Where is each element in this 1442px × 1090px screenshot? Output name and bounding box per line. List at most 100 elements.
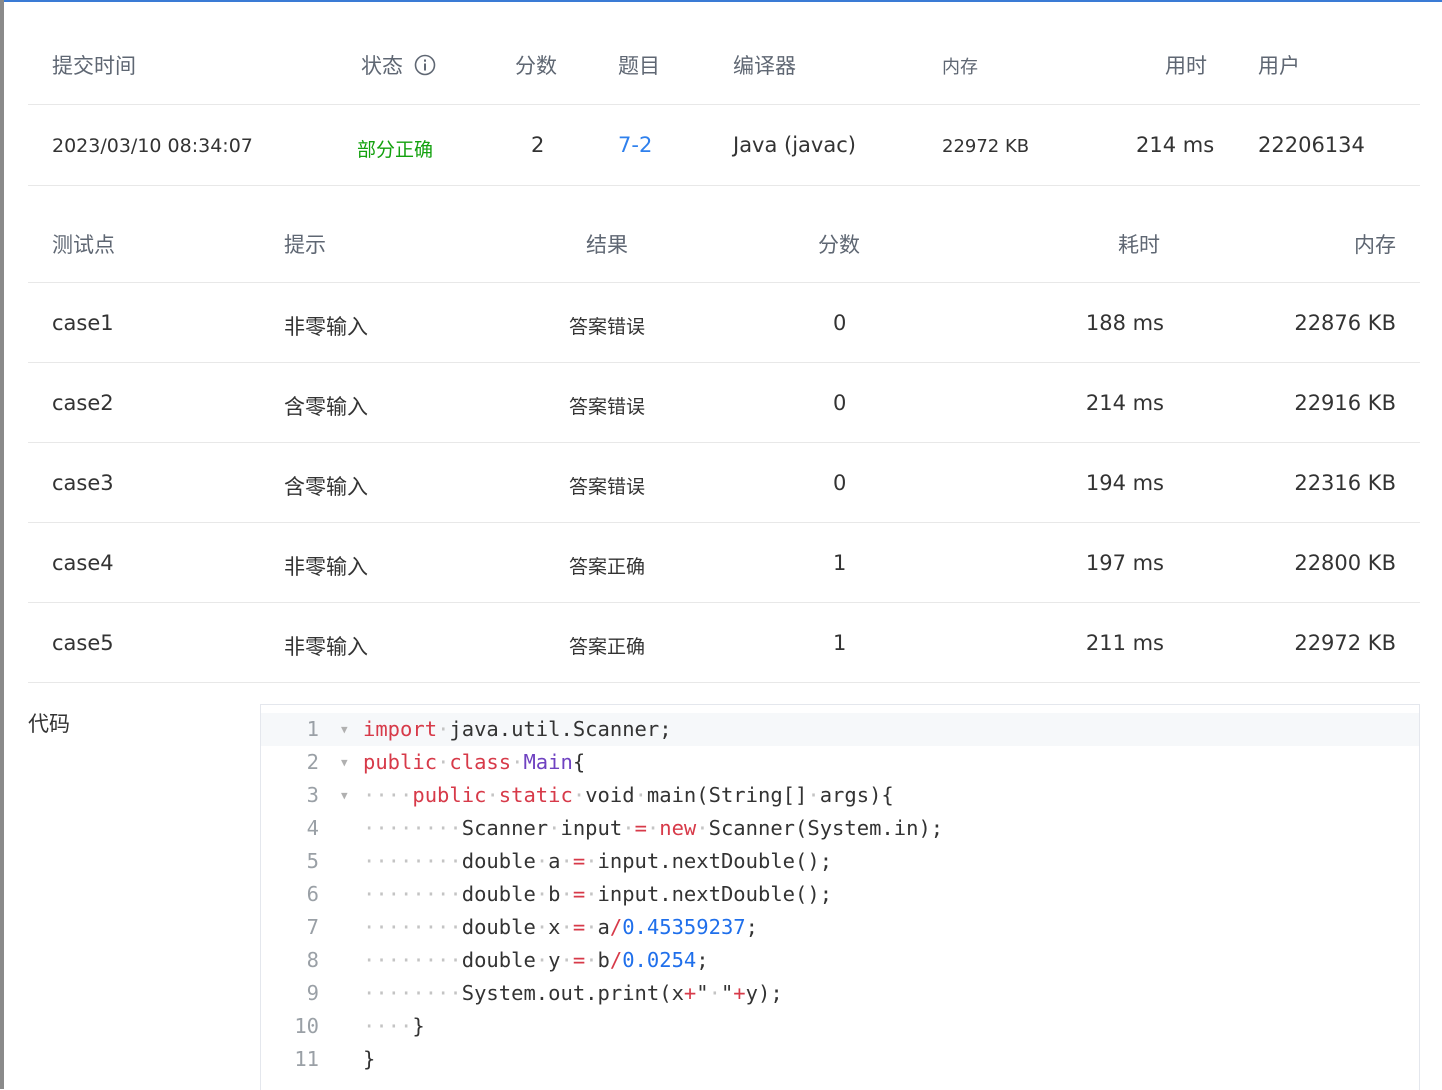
left-border <box>0 0 4 1089</box>
test-case-name: case4 <box>52 551 114 575</box>
table-row: case3 含零输入 答案错误 0 194 ms 22316 KB <box>28 443 1420 523</box>
code-line[interactable]: 9 ········System.out.print(x+"·"+y); <box>261 977 1419 1010</box>
duration-value: 214 ms <box>1136 133 1215 157</box>
code-text: ········double·b·=·input.nextDouble(); <box>363 882 833 906</box>
code-section-label: 代码 <box>28 712 70 736</box>
code-line[interactable]: 7 ········double·x·=·a/0.45359237; <box>261 911 1419 944</box>
test-hint: 含零输入 <box>284 395 368 419</box>
test-memory: 22876 KB <box>1294 311 1396 335</box>
line-number: 2 <box>306 750 319 774</box>
header-submit-time: 提交时间 <box>52 54 136 78</box>
submission-table-header: 提交时间 状态 分数 题目 编译器 内存 用时 用户 <box>28 0 1420 105</box>
header-test-case: 测试点 <box>52 233 115 257</box>
test-case-name: case5 <box>52 631 114 655</box>
test-hint: 非零输入 <box>284 315 368 339</box>
submission-row: 2023/03/10 08:34:07 部分正确 2 7-2 Java (jav… <box>28 105 1420 186</box>
table-row: case1 非零输入 答案错误 0 188 ms 22876 KB <box>28 283 1420 363</box>
header-problem: 题目 <box>618 54 660 78</box>
code-text: ····} <box>363 1014 425 1038</box>
test-result: 答案错误 <box>569 316 646 338</box>
test-memory: 22800 KB <box>1294 551 1396 575</box>
test-time: 194 ms <box>1085 471 1164 495</box>
header-test-time: 耗时 <box>1118 233 1160 257</box>
test-memory: 22972 KB <box>1294 631 1396 655</box>
header-status-label: 状态 <box>361 54 403 78</box>
test-case-name: case1 <box>52 311 114 335</box>
test-time: 211 ms <box>1085 631 1164 655</box>
code-line[interactable]: 1 ▼ import·java.util.Scanner; <box>261 713 1419 746</box>
header-compiler: 编译器 <box>733 54 796 78</box>
test-case-name: case2 <box>52 391 114 415</box>
header-hint: 提示 <box>284 233 326 257</box>
code-text: ········double·x·=·a/0.45359237; <box>363 915 758 939</box>
line-number: 10 <box>294 1014 319 1038</box>
test-result: 答案正确 <box>569 636 646 658</box>
code-line[interactable]: 11 } <box>261 1043 1419 1076</box>
line-number: 8 <box>306 948 319 972</box>
test-score: 1 <box>833 631 847 655</box>
line-number: 4 <box>306 816 319 840</box>
test-result: 答案错误 <box>569 396 646 418</box>
line-number: 5 <box>306 849 319 873</box>
test-score: 0 <box>833 391 847 415</box>
line-number: 1 <box>306 717 319 741</box>
code-text: } <box>363 1047 376 1071</box>
fold-triangle-icon[interactable]: ▼ <box>341 746 348 779</box>
user-value[interactable]: 22206134 <box>1258 133 1365 157</box>
test-cases-table: 测试点 提示 结果 分数 耗时 内存 case1 非零输入 答案错误 0 188… <box>28 185 1420 683</box>
test-time: 188 ms <box>1085 311 1164 335</box>
test-result: 答案错误 <box>569 476 646 498</box>
table-row: case4 非零输入 答案正确 1 197 ms 22800 KB <box>28 523 1420 603</box>
code-line[interactable]: 6 ········double·b·=·input.nextDouble(); <box>261 878 1419 911</box>
header-status: 状态 <box>361 50 436 80</box>
test-hint: 含零输入 <box>284 475 368 499</box>
test-memory: 22916 KB <box>1294 391 1396 415</box>
submission-detail: 提交时间 状态 分数 题目 编译器 内存 用时 用户 2023/03/10 08… <box>28 0 1420 683</box>
fold-triangle-icon[interactable]: ▼ <box>341 779 348 812</box>
code-line[interactable]: 4 ········Scanner·input·=·new·Scanner(Sy… <box>261 812 1419 845</box>
line-number: 9 <box>306 981 319 1005</box>
problem-link[interactable]: 7-2 <box>618 133 652 157</box>
table-row: case2 含零输入 答案错误 0 214 ms 22916 KB <box>28 363 1420 443</box>
code-text: ········double·a·=·input.nextDouble(); <box>363 849 833 873</box>
header-test-memory: 内存 <box>1354 233 1396 257</box>
submission-score: 2 <box>531 133 545 157</box>
line-number: 6 <box>306 882 319 906</box>
code-viewer[interactable]: 1 ▼ import·java.util.Scanner; 2 ▼ public… <box>260 704 1420 1090</box>
status-badge: 部分正确 <box>357 139 434 161</box>
info-circle-icon[interactable] <box>414 54 436 76</box>
header-test-score: 分数 <box>818 233 860 257</box>
code-text: ········Scanner·input·=·new·Scanner(Syst… <box>363 816 944 840</box>
submit-time: 2023/03/10 08:34:07 <box>52 135 253 157</box>
fold-triangle-icon[interactable]: ▼ <box>341 713 348 746</box>
test-score: 0 <box>833 471 847 495</box>
test-hint: 非零输入 <box>284 635 368 659</box>
compiler-value: Java (javac) <box>733 133 856 157</box>
header-memory: 内存 <box>942 57 978 78</box>
code-text: ····public·static·void·main(String[]·arg… <box>363 783 894 807</box>
line-number: 7 <box>306 915 319 939</box>
line-number: 3 <box>306 783 319 807</box>
test-case-name: case3 <box>52 471 114 495</box>
test-memory: 22316 KB <box>1294 471 1396 495</box>
header-score: 分数 <box>515 54 557 78</box>
memory-value: 22972 KB <box>942 136 1030 157</box>
test-score: 0 <box>833 311 847 335</box>
test-table-header: 测试点 提示 结果 分数 耗时 内存 <box>28 185 1420 283</box>
header-user: 用户 <box>1258 54 1300 78</box>
code-text: import·java.util.Scanner; <box>363 717 672 741</box>
code-text: public·class·Main{ <box>363 750 586 774</box>
test-time: 214 ms <box>1085 391 1164 415</box>
code-line[interactable]: 2 ▼ public·class·Main{ <box>261 746 1419 779</box>
test-time: 197 ms <box>1085 551 1164 575</box>
code-line[interactable]: 5 ········double·a·=·input.nextDouble(); <box>261 845 1419 878</box>
code-line[interactable]: 3 ▼ ····public·static·void·main(String[]… <box>261 779 1419 812</box>
header-duration: 用时 <box>1165 54 1207 78</box>
table-row: case5 非零输入 答案正确 1 211 ms 22972 KB <box>28 603 1420 683</box>
code-line[interactable]: 10 ····} <box>261 1010 1419 1043</box>
line-number: 11 <box>294 1047 319 1071</box>
code-line[interactable]: 8 ········double·y·=·b/0.0254; <box>261 944 1419 977</box>
test-score: 1 <box>833 551 847 575</box>
code-text: ········System.out.print(x+"·"+y); <box>363 981 783 1005</box>
code-text: ········double·y·=·b/0.0254; <box>363 948 709 972</box>
